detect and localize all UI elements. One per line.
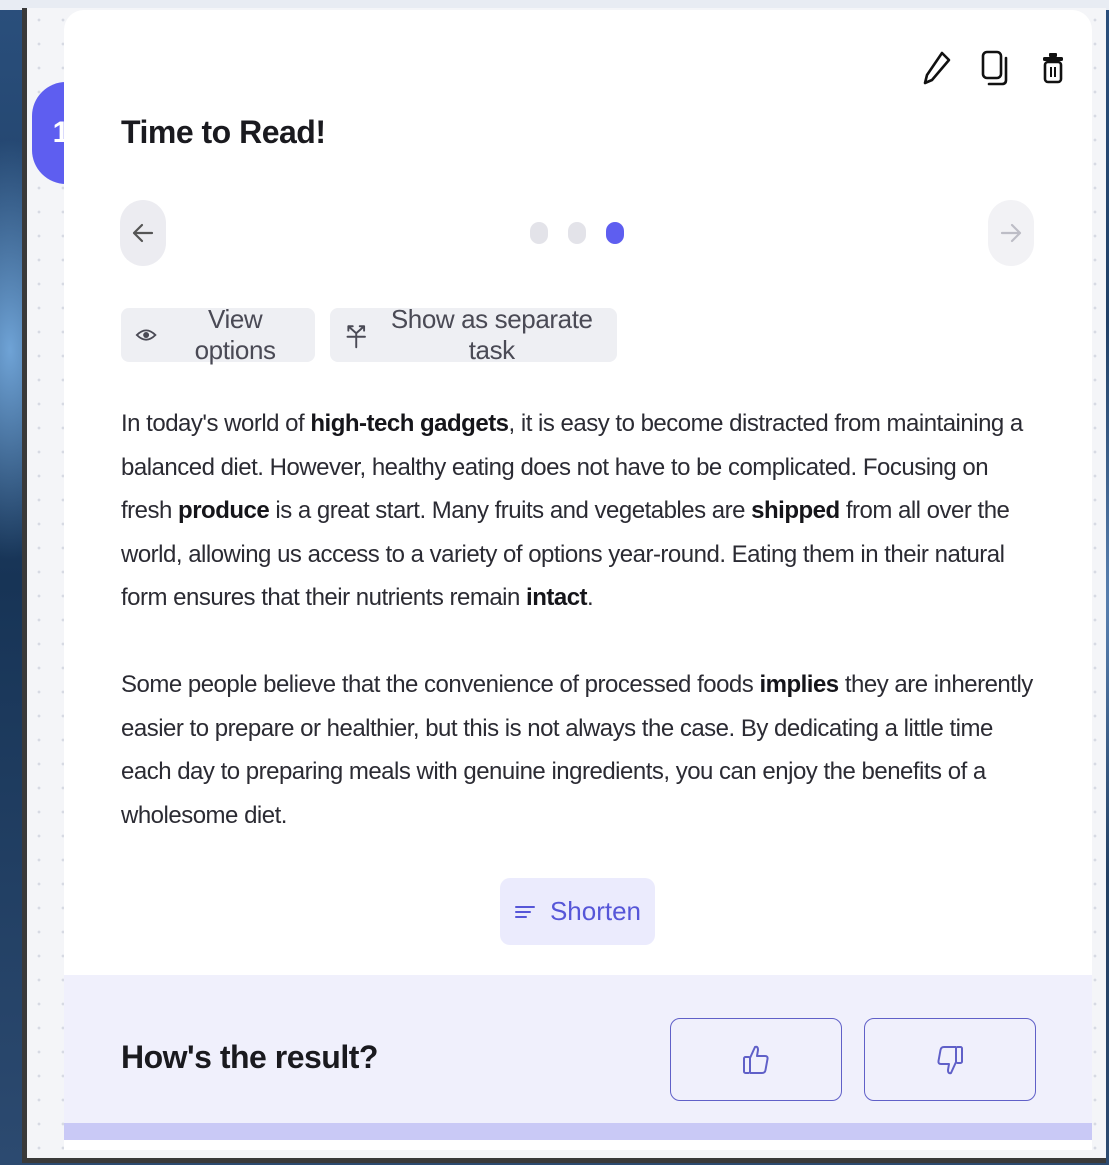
feedback-section: How's the result? [64, 975, 1092, 1140]
vocab-word: implies [759, 671, 839, 698]
carousel-dots [530, 222, 624, 244]
view-options-label: View options [194, 304, 276, 365]
reading-passage: In today's world of high-tech gadgets, i… [121, 402, 1041, 881]
shorten-button[interactable]: Shorten [500, 878, 655, 945]
card-toolbar [918, 46, 1072, 90]
feedback-bottom-bar [64, 1123, 1092, 1140]
vocab-word: produce [178, 497, 270, 524]
trash-icon [1043, 53, 1063, 84]
passage-paragraph-1: In today's world of high-tech gadgets, i… [121, 402, 1041, 620]
arrow-left-icon [132, 223, 154, 243]
copy-icon [981, 50, 1008, 86]
duplicate-button[interactable] [976, 46, 1014, 90]
separate-task-label: Show as separate task [390, 304, 593, 365]
card-title: Time to Read! [121, 114, 326, 150]
show-separate-task-button[interactable]: Show as separate task [330, 304, 617, 365]
feedback-question: How's the result? [121, 1039, 378, 1075]
carousel-dot[interactable] [568, 222, 586, 244]
next-page-button[interactable] [988, 200, 1034, 266]
passage-text: Some people believe that the convenience… [121, 671, 760, 698]
thumbs-down-button[interactable] [864, 1018, 1036, 1101]
vocab-word: high-tech gadgets [310, 410, 509, 437]
passage-paragraph-2: Some people believe that the convenience… [121, 663, 1041, 837]
carousel-dot[interactable] [606, 222, 624, 244]
pencil-icon [923, 51, 951, 85]
edit-button[interactable] [918, 46, 956, 90]
passage-text: is a great start. Many fruits and vegeta… [269, 497, 752, 524]
thumbs-down-icon [937, 1045, 963, 1074]
delete-button[interactable] [1034, 46, 1072, 90]
vocab-word: intact [526, 584, 588, 611]
previous-page-button[interactable] [120, 200, 166, 266]
passage-text: In today's world of [121, 410, 311, 437]
arrow-right-icon [1000, 223, 1022, 243]
split-icon [346, 325, 366, 349]
vocab-word: shipped [751, 497, 840, 524]
lines-icon [514, 905, 535, 918]
passage-text: . [587, 584, 594, 611]
shorten-label: Shorten [549, 896, 642, 926]
thumbs-up-button[interactable] [670, 1018, 842, 1101]
view-options-button[interactable]: View options [121, 304, 315, 365]
eye-icon [135, 329, 157, 341]
thumbs-up-icon [743, 1045, 769, 1074]
card-content: Time to Read! View options Show as separ… [0, 0, 1109, 1165]
carousel-dot[interactable] [530, 222, 548, 244]
